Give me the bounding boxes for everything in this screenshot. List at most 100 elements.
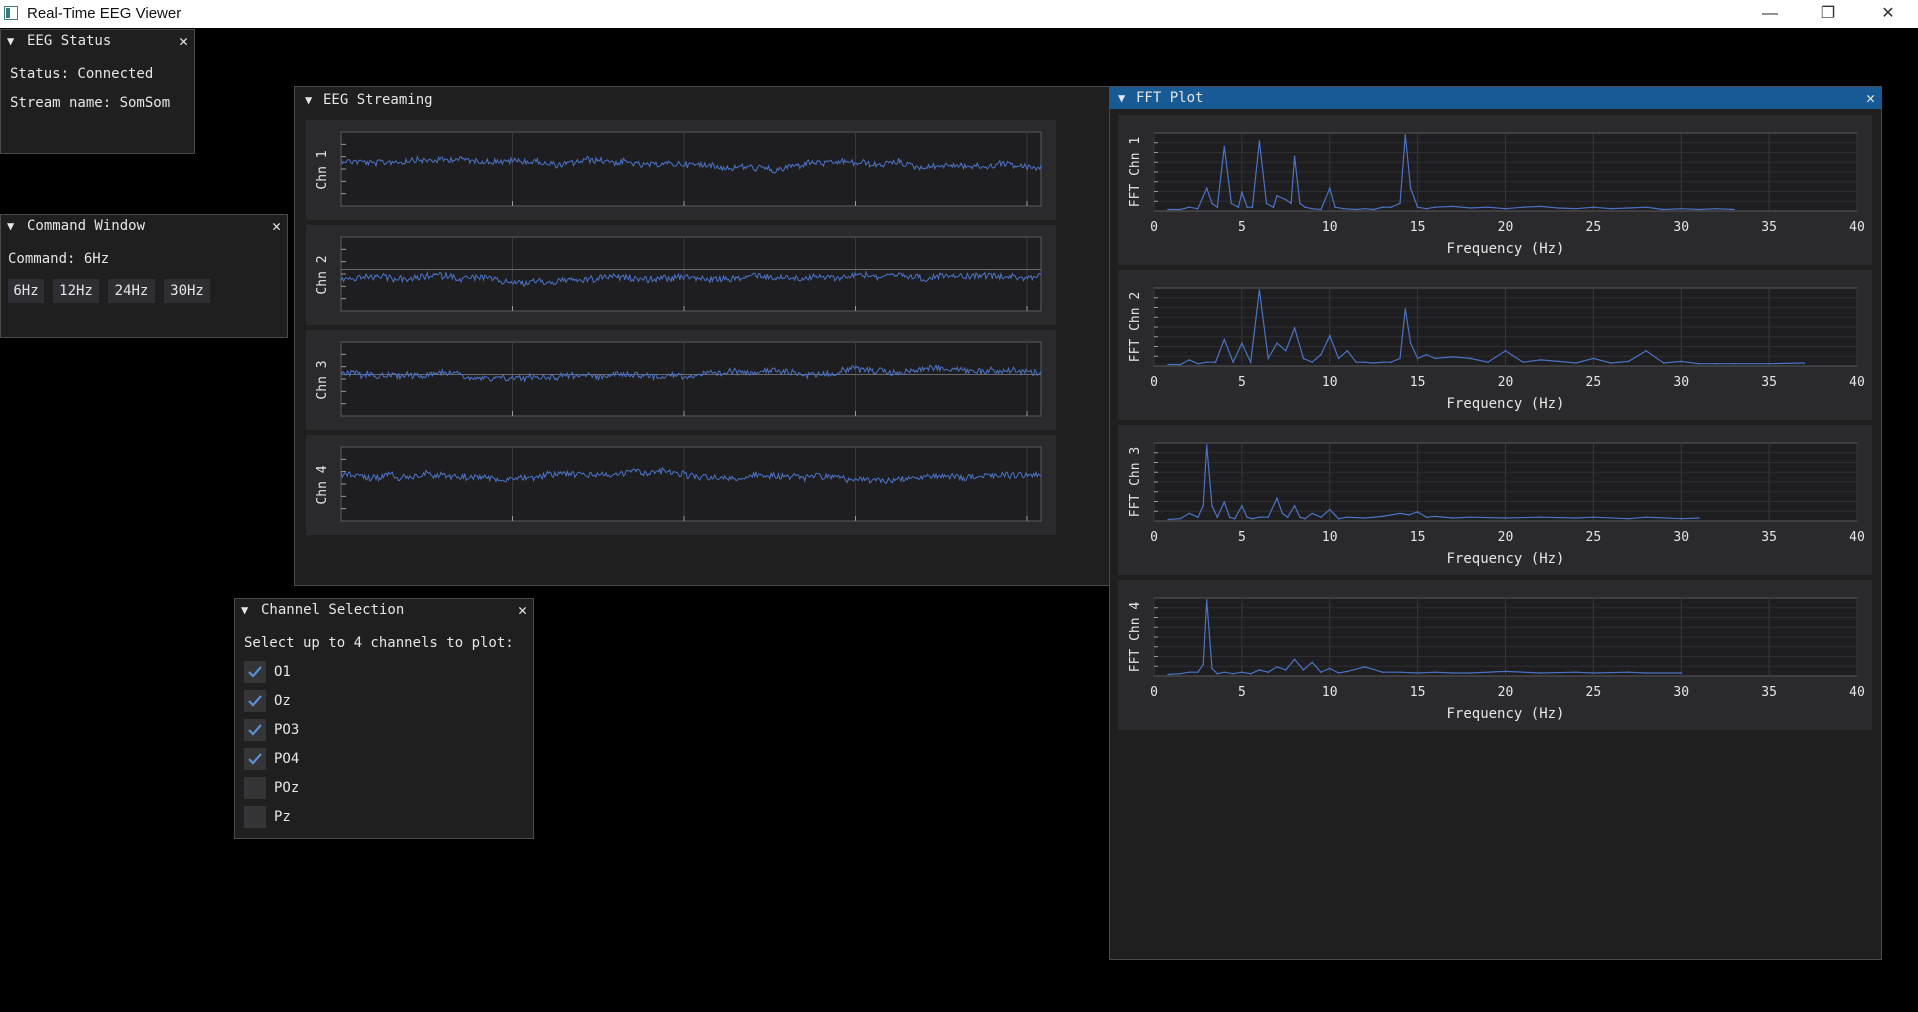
fft-data-point — [1329, 667, 1331, 670]
fft-data-point — [1364, 666, 1366, 668]
eeg-channel-label: Chn 1 — [315, 150, 330, 189]
checkbox-o1[interactable] — [244, 661, 266, 683]
fft-data-point — [1522, 206, 1524, 208]
minimize-button[interactable]: — — [1742, 0, 1798, 28]
eeg-channel-label: Chn 4 — [315, 465, 330, 504]
x-tick-label: 30 — [1673, 530, 1689, 545]
x-tick-label: 20 — [1498, 375, 1514, 390]
close-icon[interactable]: ✕ — [1866, 87, 1875, 109]
command-text: Command: 6Hz — [8, 251, 110, 267]
x-tick-label: 10 — [1322, 220, 1338, 235]
fft-data-point — [1267, 357, 1269, 360]
fft-data-point — [1205, 599, 1208, 601]
collapse-triangle-icon[interactable]: ▼ — [1118, 87, 1125, 109]
fft-data-point — [1425, 516, 1428, 518]
checkbox-po3[interactable] — [244, 719, 266, 741]
fft-data-point — [1539, 205, 1542, 208]
fft-data-point — [1698, 517, 1700, 519]
fft-data-point — [1211, 505, 1213, 507]
fft-data-point — [1329, 187, 1331, 189]
checkbox-pz[interactable] — [244, 806, 266, 828]
fft-data-point — [1346, 350, 1349, 352]
close-icon[interactable]: ✕ — [179, 30, 188, 52]
fft-data-point — [1399, 512, 1401, 515]
fft-data-point — [1355, 208, 1357, 211]
fft-data-point — [1416, 672, 1419, 674]
fft-data-point — [1399, 202, 1401, 205]
cmd-6hz-button[interactable]: 6Hz — [8, 279, 44, 303]
cmd-24hz-button[interactable]: 24Hz — [108, 279, 155, 303]
fft-data-point — [1216, 672, 1219, 675]
checkbox-label: PO4 — [274, 751, 300, 767]
fft-data-point — [1381, 515, 1384, 518]
fft-data-point — [1627, 517, 1630, 520]
x-tick-label: 5 — [1238, 220, 1246, 235]
y-axis-label: FFT Chn 4 — [1128, 602, 1143, 673]
fft-data-point — [1320, 208, 1322, 211]
eeg-channel-label: Chn 3 — [315, 360, 330, 399]
fft-plot-titlebar[interactable]: ▼ FFT Plot ✕ — [1110, 87, 1881, 109]
fft-data-point — [1469, 516, 1472, 518]
fft-data-point — [1733, 362, 1735, 365]
cmd-30hz-button[interactable]: 30Hz — [164, 279, 210, 303]
fft-data-point — [1272, 206, 1275, 208]
close-icon[interactable]: ✕ — [518, 599, 527, 621]
x-axis-label: Frequency (Hz) — [1446, 396, 1564, 412]
fft-data-point — [1179, 363, 1182, 366]
checkbox-oz[interactable] — [244, 690, 266, 712]
fft-data-point — [1680, 517, 1683, 520]
close-icon[interactable]: ✕ — [272, 215, 281, 237]
fft-data-point — [1680, 207, 1683, 210]
fft-data-point — [1223, 671, 1226, 673]
fft-data-point — [1329, 334, 1331, 337]
fft-data-point — [1293, 155, 1296, 158]
fft-plot-title: FFT Plot — [1136, 90, 1204, 106]
fft-data-point — [1197, 516, 1199, 518]
eeg-status-titlebar[interactable]: ▼ EEG Status ✕ — [1, 30, 194, 52]
eeg-status-title: EEG Status — [27, 33, 112, 49]
fft-data-point — [1404, 308, 1407, 310]
collapse-triangle-icon[interactable]: ▼ — [7, 215, 14, 237]
x-tick-label: 10 — [1322, 685, 1338, 700]
x-tick-label: 15 — [1410, 375, 1426, 390]
stream-name-text: Stream name: SomSom — [10, 95, 171, 111]
fft-data-point — [1434, 671, 1436, 673]
checkbox-label: Oz — [274, 693, 291, 709]
fft-data-point — [1167, 518, 1169, 521]
fft-data-point — [1276, 497, 1278, 500]
x-tick-label: 20 — [1498, 685, 1514, 700]
fft-data-point — [1211, 202, 1213, 205]
fft-data-point — [1592, 357, 1595, 360]
collapse-triangle-icon[interactable]: ▼ — [241, 599, 248, 621]
fft-data-point — [1302, 357, 1305, 360]
eeg-streaming-titlebar[interactable]: ▼ EEG Streaming — [295, 87, 1109, 113]
fft-data-point — [1265, 202, 1268, 205]
restore-button[interactable]: ❐ — [1800, 0, 1856, 28]
fft-data-point — [1311, 661, 1313, 664]
app-title: Real-Time EEG Viewer — [27, 5, 182, 22]
x-tick-label: 10 — [1322, 530, 1338, 545]
fft-data-point — [1381, 671, 1384, 673]
checkbox-po4[interactable] — [244, 748, 266, 770]
fft-data-point — [1281, 512, 1284, 515]
command-window-titlebar[interactable]: ▼ Command Window ✕ — [1, 215, 287, 237]
cmd-12hz-button[interactable]: 12Hz — [53, 279, 99, 303]
eeg-status-window: ▼ EEG Status ✕ Status: Connected Stream … — [0, 29, 195, 154]
close-app-button[interactable]: ✕ — [1860, 0, 1916, 28]
fft-data-point — [1390, 206, 1393, 208]
fft-data-point — [1504, 517, 1507, 519]
x-tick-label: 35 — [1761, 530, 1777, 545]
fft-data-point — [1698, 208, 1700, 211]
checkbox-poz[interactable] — [244, 777, 266, 799]
collapse-triangle-icon[interactable]: ▼ — [7, 30, 14, 52]
collapse-triangle-icon[interactable]: ▼ — [305, 87, 312, 113]
eeg-streaming-title: EEG Streaming — [323, 92, 433, 108]
fft-data-point — [1188, 206, 1190, 208]
channel-selection-titlebar[interactable]: ▼ Channel Selection ✕ — [235, 599, 533, 621]
fft-data-point — [1302, 669, 1305, 671]
fft-data-point — [1179, 208, 1182, 211]
fft-data-point — [1241, 671, 1243, 673]
x-axis-label: Frequency (Hz) — [1446, 241, 1564, 257]
x-tick-label: 40 — [1849, 685, 1865, 700]
fft-data-point — [1237, 206, 1240, 208]
